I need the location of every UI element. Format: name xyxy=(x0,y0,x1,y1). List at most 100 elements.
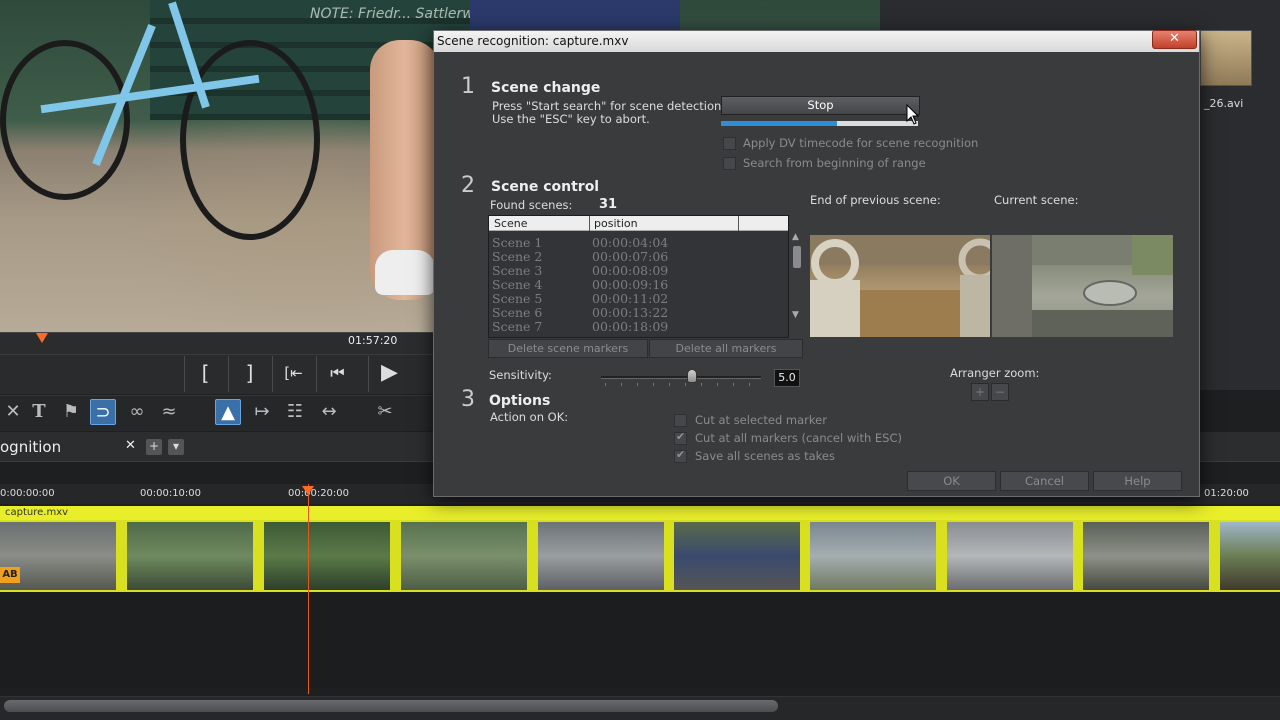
column-header-position[interactable]: position xyxy=(594,217,638,230)
section-number: 1 xyxy=(461,74,475,99)
previous-scene-preview xyxy=(810,235,990,337)
scene-list-scroll-thumb[interactable] xyxy=(793,246,801,268)
scene-row-name[interactable]: Scene 3 xyxy=(492,263,542,278)
mouse-cursor-icon xyxy=(906,104,920,125)
preview-playhead-icon[interactable] xyxy=(36,333,48,343)
scene-row-name[interactable]: Scene 6 xyxy=(492,305,542,320)
clip-thumbnail[interactable] xyxy=(264,522,390,590)
scene-row-position[interactable]: 00:00:18:09 xyxy=(592,319,668,334)
empty-track[interactable] xyxy=(0,592,1280,688)
cut-all-markers-label: Cut at all markers (cancel with ESC) xyxy=(695,431,902,445)
section-title-scene-change: Scene change xyxy=(491,80,601,96)
snap-icon[interactable]: ⊃ xyxy=(90,399,116,425)
ok-button[interactable]: OK xyxy=(907,471,996,491)
clip-thumbnail[interactable] xyxy=(127,522,253,590)
scene-row-position[interactable]: 00:00:08:09 xyxy=(592,263,668,278)
flag-icon[interactable]: ⚑ xyxy=(58,399,84,425)
scene-row-name[interactable]: Scene 5 xyxy=(492,291,542,306)
column-header-scene[interactable]: Scene xyxy=(494,217,528,230)
current-scene-label: Current scene: xyxy=(994,193,1079,207)
sensitivity-slider[interactable] xyxy=(601,376,761,379)
sensitivity-slider-thumb[interactable] xyxy=(687,369,697,383)
clip-thumbnail[interactable] xyxy=(1083,522,1209,590)
previous-scene-image xyxy=(810,235,990,337)
timeline-scrollbar-thumb[interactable] xyxy=(4,700,778,712)
scene-row-position[interactable]: 00:00:07:06 xyxy=(592,249,668,264)
previous-button[interactable]: ⏮ xyxy=(316,356,358,392)
pointer-icon[interactable]: ▲ xyxy=(215,399,241,425)
scene-row-name[interactable]: Scene 4 xyxy=(492,277,542,292)
clip-thumbnail[interactable] xyxy=(674,522,800,590)
range-tool-icon[interactable]: ↦ xyxy=(249,399,275,425)
text-icon[interactable]: T xyxy=(26,399,52,425)
media-thumbnail[interactable] xyxy=(1200,30,1252,86)
clip-thumbnail[interactable] xyxy=(401,522,527,590)
help-button[interactable]: Help xyxy=(1093,471,1182,491)
timeline-time-label: 0:00:00:00 xyxy=(0,488,55,499)
save-as-takes-checkbox[interactable] xyxy=(674,448,687,463)
search-from-beginning-checkbox[interactable] xyxy=(723,157,736,170)
cancel-button[interactable]: Cancel xyxy=(1000,471,1089,491)
zoom-in-button[interactable]: + xyxy=(971,383,989,401)
cut-selected-marker-checkbox[interactable] xyxy=(674,414,687,427)
tab-add-button[interactable]: + xyxy=(146,439,162,455)
column-separator xyxy=(589,216,590,231)
preview-bike-wheel-front xyxy=(180,40,320,240)
media-file-label[interactable]: _26.avi xyxy=(1204,97,1243,110)
slider-tick xyxy=(605,383,606,386)
stop-button[interactable]: Stop xyxy=(721,96,920,115)
dv-timecode-checkbox[interactable] xyxy=(723,137,736,150)
section-title-scene-control: Scene control xyxy=(491,179,600,195)
tab-menu-button[interactable]: ▾ xyxy=(168,439,184,455)
dv-timecode-label: Apply DV timecode for scene recognition xyxy=(743,136,979,150)
link-icon[interactable]: ∞ xyxy=(124,399,150,425)
scene-row-name[interactable]: Scene 1 xyxy=(492,235,542,250)
scene-row-position[interactable]: 00:00:04:04 xyxy=(592,235,668,250)
section-number: 2 xyxy=(461,173,475,198)
paperclip-icon[interactable]: ✂ xyxy=(372,399,398,425)
unlink-icon[interactable]: ≈ xyxy=(156,399,182,425)
tab-scene-recognition[interactable]: ognition xyxy=(0,438,61,456)
found-scenes-count: 31 xyxy=(599,197,618,212)
mark-out-button[interactable]: ] xyxy=(228,356,270,392)
delete-scene-markers-button[interactable]: Delete scene markers xyxy=(488,339,648,358)
delete-all-markers-button[interactable]: Delete all markers xyxy=(649,339,803,358)
go-to-start-button[interactable]: [⇤ xyxy=(272,356,314,392)
clip-thumbnail[interactable] xyxy=(538,522,664,590)
scene-row-name[interactable]: Scene 2 xyxy=(492,249,542,264)
timeline-time-label: 00:00:20:00 xyxy=(288,488,350,499)
zoom-out-button[interactable]: − xyxy=(991,383,1009,401)
column-separator xyxy=(738,216,739,231)
section-title-options: Options xyxy=(489,393,551,409)
scene-row-name[interactable]: Scene 7 xyxy=(492,319,542,334)
clip-thumbnail[interactable] xyxy=(947,522,1073,590)
scene-change-hint-line2: Use the "ESC" key to abort. xyxy=(492,112,650,126)
mark-in-button[interactable]: [ xyxy=(184,356,226,392)
sensitivity-value[interactable]: 5.0 xyxy=(774,369,800,387)
scroll-down-icon[interactable]: ▼ xyxy=(792,310,799,320)
clip-thumbnail[interactable] xyxy=(810,522,936,590)
scene-row-position[interactable]: 00:00:09:16 xyxy=(592,277,668,292)
track-header[interactable] xyxy=(0,506,1280,520)
cut-all-markers-checkbox[interactable] xyxy=(674,430,687,445)
tab-close-icon[interactable]: ✕ xyxy=(125,438,136,453)
preview-ruler-time: 01:57:20 xyxy=(348,334,398,347)
slider-tick xyxy=(749,383,750,386)
multi-track-icon[interactable]: ☷ xyxy=(282,399,308,425)
end-of-previous-scene-label: End of previous scene: xyxy=(810,193,941,207)
dialog-close-button[interactable]: ✕ xyxy=(1152,30,1197,49)
timeline-playhead[interactable] xyxy=(308,484,309,694)
timeline-playhead-icon[interactable] xyxy=(302,486,314,495)
play-button[interactable]: ▶ xyxy=(368,356,410,392)
delete-icon[interactable]: ✕ xyxy=(0,399,26,425)
arranger-zoom-label: Arranger zoom: xyxy=(950,366,1040,380)
scene-row-position[interactable]: 00:00:11:02 xyxy=(592,291,668,306)
found-scenes-label: Found scenes: xyxy=(490,198,573,212)
scene-row-position[interactable]: 00:00:13:22 xyxy=(592,305,668,320)
dialog-title: Scene recognition: capture.mxv xyxy=(437,34,629,48)
section-number: 3 xyxy=(461,387,475,412)
scroll-up-icon[interactable]: ▲ xyxy=(792,232,799,242)
track-name: capture.mxv xyxy=(5,507,69,518)
stretch-tool-icon[interactable]: ↔ xyxy=(316,399,342,425)
clip-thumbnail[interactable] xyxy=(1220,522,1280,590)
